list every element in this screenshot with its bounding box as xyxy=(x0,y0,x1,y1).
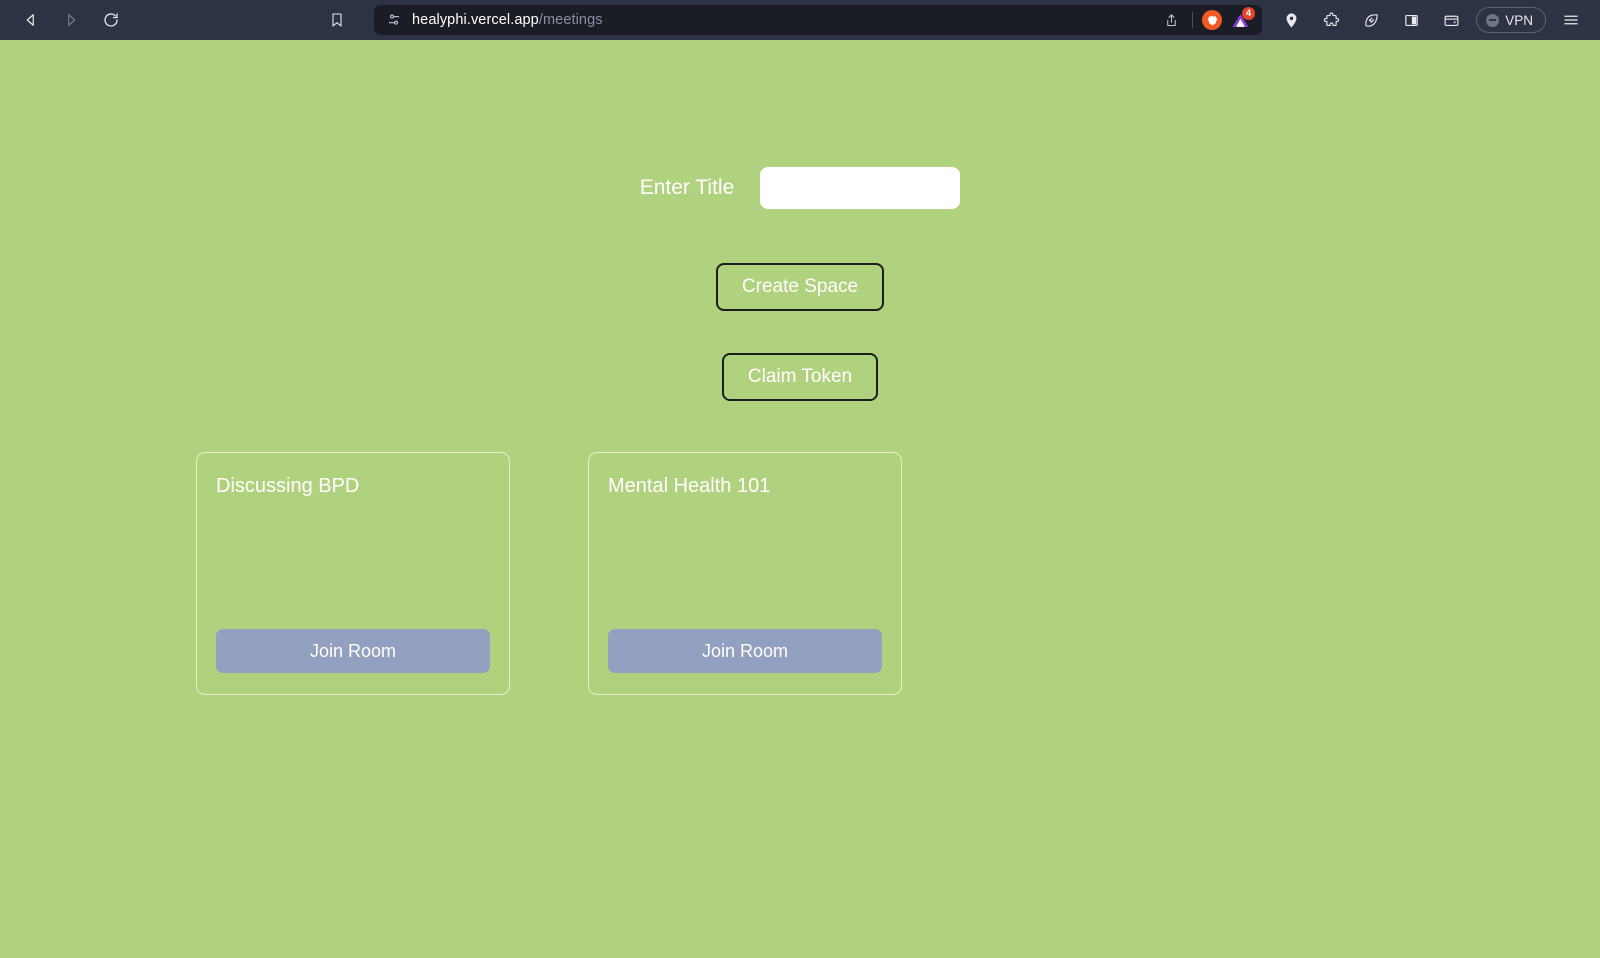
room-card-list: Discussing BPD Join Room Mental Health 1… xyxy=(0,452,1600,695)
forward-arrow-icon[interactable] xyxy=(56,5,86,35)
reload-icon[interactable] xyxy=(96,5,126,35)
url-text[interactable]: healyphi.vercel.app/meetings xyxy=(412,12,1149,28)
vpn-label: VPN xyxy=(1505,12,1533,28)
bookmark-button[interactable] xyxy=(322,5,352,35)
toolbar-divider xyxy=(1192,12,1193,28)
bookmark-icon[interactable] xyxy=(322,5,352,35)
url-bar-actions: 4 xyxy=(1159,7,1255,32)
enter-title-row: Enter Title xyxy=(0,167,1600,209)
browser-toolbar: healyphi.vercel.app/meetings 4 VPN xyxy=(0,0,1600,40)
room-card: Mental Health 101 Join Room xyxy=(588,452,902,695)
share-icon[interactable] xyxy=(1159,8,1183,32)
vpn-status-icon xyxy=(1486,13,1500,27)
navigation-buttons xyxy=(10,5,126,35)
site-settings-icon[interactable] xyxy=(386,12,402,28)
room-title: Mental Health 101 xyxy=(608,475,771,497)
location-pin-icon[interactable] xyxy=(1276,5,1306,35)
hamburger-menu-icon[interactable] xyxy=(1556,5,1586,35)
join-room-button[interactable]: Join Room xyxy=(608,629,882,673)
vpn-toggle-button[interactable]: VPN xyxy=(1476,7,1546,33)
sidebar-panel-icon[interactable] xyxy=(1396,5,1426,35)
join-room-button[interactable]: Join Room xyxy=(216,629,490,673)
room-card: Discussing BPD Join Room xyxy=(196,452,510,695)
brave-lion-icon[interactable] xyxy=(1202,10,1222,30)
enter-title-label: Enter Title xyxy=(639,176,735,199)
claim-token-button[interactable]: Claim Token xyxy=(721,353,879,401)
wallet-icon[interactable] xyxy=(1436,5,1466,35)
url-bar[interactable]: healyphi.vercel.app/meetings 4 xyxy=(374,5,1262,35)
puzzle-piece-icon[interactable] xyxy=(1316,5,1346,35)
url-domain: healyphi.vercel.app xyxy=(412,12,539,28)
create-space-button[interactable]: Create Space xyxy=(715,263,885,311)
room-title: Discussing BPD xyxy=(216,475,360,497)
extension-badge-count: 4 xyxy=(1242,7,1255,20)
url-path: /meetings xyxy=(538,12,603,28)
back-arrow-icon[interactable] xyxy=(16,5,46,35)
toolbar-right-icons: VPN xyxy=(1276,5,1590,35)
meetings-page: Enter Title Create Space Claim Token Dis… xyxy=(0,40,1600,958)
brave-shields-leaf-icon[interactable] xyxy=(1356,5,1386,35)
vercel-extension-icon[interactable]: 4 xyxy=(1228,7,1255,31)
title-input[interactable] xyxy=(760,167,961,209)
